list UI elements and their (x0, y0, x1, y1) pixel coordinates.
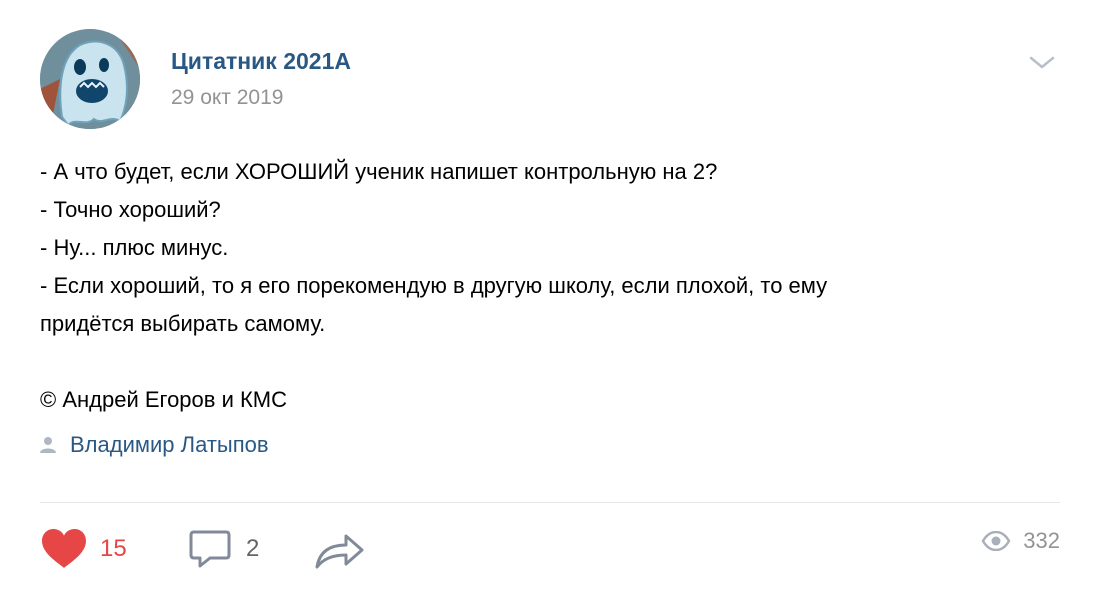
divider (40, 502, 1060, 503)
post-date[interactable]: 29 окт 2019 (171, 86, 283, 110)
like-button[interactable]: 15 (40, 528, 127, 570)
share-button[interactable] (314, 532, 366, 570)
user-icon (40, 437, 56, 453)
comment-icon (189, 530, 231, 568)
heart-icon (42, 529, 86, 568)
post-text-line: - А что будет, если ХОРОШИЙ ученик напиш… (40, 159, 718, 184)
post-text-line: - Ну... плюс минус. (40, 235, 229, 260)
post-signer-link[interactable]: Владимир Латыпов (40, 432, 269, 458)
views-counter: 332 (981, 528, 1060, 554)
ghost-avatar-icon (40, 29, 140, 129)
post-text: - А что будет, если ХОРОШИЙ ученик напиш… (40, 153, 1060, 419)
share-arrow-icon (315, 534, 364, 569)
comment-button[interactable]: 2 (188, 528, 259, 570)
community-avatar[interactable] (40, 29, 140, 129)
like-count: 15 (100, 535, 127, 562)
chevron-down-icon[interactable] (1026, 52, 1058, 72)
post-text-line: - Если хороший, то я его порекомендую в … (40, 273, 828, 298)
post-text-line: придётся выбирать самому. (40, 311, 326, 336)
comment-count: 2 (246, 535, 260, 562)
signer-name: Владимир Латыпов (70, 432, 269, 457)
eye-icon (981, 531, 1011, 551)
author-name-link[interactable]: Цитатник 2021А (171, 48, 351, 75)
post-actions-bar: 15 2 332 (0, 528, 1100, 580)
wall-post: Цитатник 2021А 29 окт 2019 - А что будет… (0, 0, 1100, 604)
views-count: 332 (1023, 528, 1060, 553)
post-text-line: - Точно хороший? (40, 197, 221, 222)
post-credit: © Андрей Егоров и КМС (40, 387, 288, 412)
